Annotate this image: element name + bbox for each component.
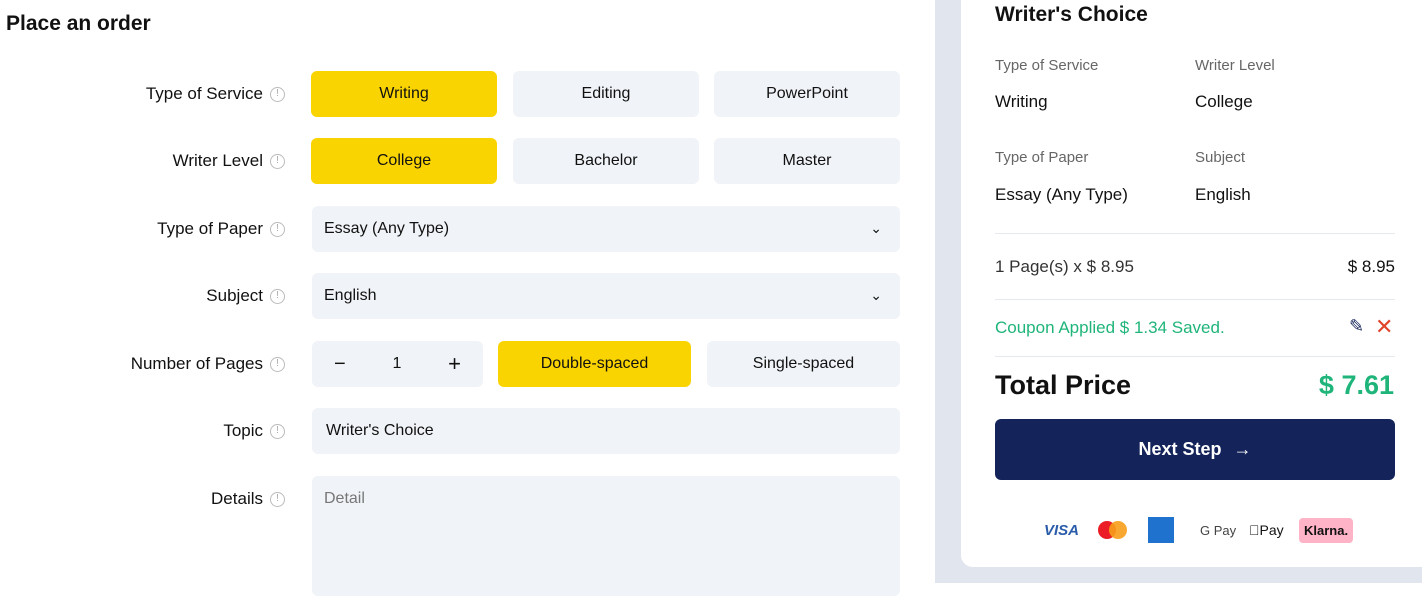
info-icon[interactable]: !	[270, 423, 285, 439]
apple-pay-logo: Pay	[1249, 522, 1284, 538]
divider	[995, 233, 1395, 234]
chevron-down-icon: ⌄	[870, 220, 882, 236]
divider	[995, 356, 1395, 357]
paper-row: Type of Paper! Essay (Any Type) ⌄	[0, 206, 935, 252]
pages-label: Number of Pages	[130, 354, 263, 373]
quantity-stepper: − 1 +	[312, 341, 483, 387]
divider	[995, 299, 1395, 300]
subject-value: English	[324, 287, 377, 304]
summary-subject: English	[1195, 185, 1251, 204]
order-form: Place an order Type of Service! Writing …	[0, 0, 935, 596]
summary-paper: Essay (Any Type)	[995, 185, 1128, 204]
details-textarea[interactable]: Detail	[312, 476, 900, 596]
mastercard-logo	[1096, 520, 1148, 540]
paper-label: Type of Paper	[157, 219, 263, 238]
single-spaced-button[interactable]: Single-spaced	[707, 341, 900, 387]
service-editing-button[interactable]: Editing	[513, 71, 699, 117]
info-icon[interactable]: !	[270, 491, 285, 507]
page-title: Place an order	[6, 12, 151, 35]
edit-coupon-icon[interactable]: ✎	[1349, 316, 1364, 337]
service-label: Type of Service	[145, 84, 263, 103]
chevron-down-icon: ⌄	[870, 287, 882, 303]
info-icon[interactable]: !	[270, 288, 285, 304]
double-spaced-button[interactable]: Double-spaced	[498, 341, 691, 387]
topic-input[interactable]: Writer's Choice	[312, 408, 900, 454]
next-step-label: Next Step	[1138, 439, 1222, 459]
info-icon[interactable]: !	[270, 356, 285, 372]
info-icon[interactable]: !	[270, 221, 285, 237]
coupon-status: Coupon Applied $ 1.34 Saved.	[995, 318, 1225, 337]
details-label: Details	[211, 489, 263, 508]
service-writing-button[interactable]: Writing	[311, 71, 497, 117]
paper-select[interactable]: Essay (Any Type) ⌄	[312, 206, 900, 252]
summary-level-label: Writer Level	[1195, 57, 1275, 74]
payment-methods: VISA G Pay Pay Klarna.	[1044, 516, 1354, 544]
subject-label: Subject	[206, 286, 263, 305]
amex-logo	[1148, 517, 1200, 543]
info-icon[interactable]: !	[270, 86, 285, 102]
pages-price: $ 8.95	[1347, 257, 1395, 276]
pages-row: Number of Pages! − 1 + Double-spaced Sin…	[0, 341, 935, 387]
paper-value: Essay (Any Type)	[324, 220, 450, 237]
pages-line: 1 Page(s) x $ 8.95	[995, 257, 1134, 276]
level-master-button[interactable]: Master	[714, 138, 900, 184]
summary-card	[961, 0, 1422, 567]
visa-logo: VISA	[1044, 521, 1080, 539]
subject-select[interactable]: English ⌄	[312, 273, 900, 319]
level-college-button[interactable]: College	[311, 138, 497, 184]
summary-paper-label: Type of Paper	[995, 149, 1089, 166]
topic-label: Topic	[223, 421, 263, 440]
total-price: $ 7.61	[1318, 370, 1394, 400]
subject-row: Subject! English ⌄	[0, 273, 935, 319]
level-label: Writer Level	[172, 151, 263, 170]
google-pay-logo: G Pay	[1200, 522, 1237, 538]
arrow-right-icon: →	[1233, 439, 1252, 459]
summary-level: College	[1195, 92, 1253, 111]
level-row: Writer Level! College Bachelor Master	[0, 138, 935, 184]
summary-service-label: Type of Service	[995, 57, 1099, 74]
service-powerpoint-button[interactable]: PowerPoint	[714, 71, 900, 117]
klarna-logo: Klarna.	[1299, 517, 1354, 543]
topic-row: Topic! Writer's Choice	[0, 408, 935, 454]
level-bachelor-button[interactable]: Bachelor	[513, 138, 699, 184]
remove-coupon-icon[interactable]: ✕	[1375, 314, 1393, 340]
details-row: Details! Detail	[0, 476, 935, 596]
summary-subject-label: Subject	[1195, 149, 1246, 166]
service-row: Type of Service! Writing Editing PowerPo…	[0, 71, 935, 117]
total-label: Total Price	[995, 370, 1132, 400]
next-step-button[interactable]: Next Step →	[995, 419, 1395, 480]
summary-service: Writing	[995, 92, 1048, 111]
info-icon[interactable]: !	[270, 153, 285, 169]
pages-value[interactable]: 1	[392, 355, 401, 373]
decrement-button[interactable]: −	[334, 353, 346, 376]
summary-title: Writer's Choice	[995, 3, 1148, 26]
increment-button[interactable]: +	[448, 351, 461, 377]
